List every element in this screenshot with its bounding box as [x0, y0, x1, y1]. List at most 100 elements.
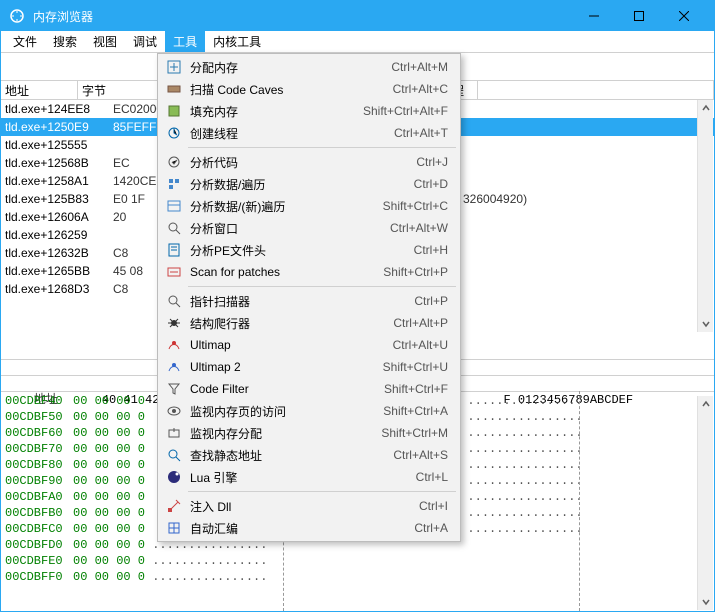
addr-cell: tld.exe+126259	[5, 228, 113, 242]
hex-addr: 00CDBF70	[1, 442, 73, 458]
find-static-icon	[164, 447, 184, 463]
menu-item[interactable]: Lua 引擎Ctrl+L	[160, 466, 458, 488]
fill-icon	[164, 103, 184, 119]
menu-item-shortcut: Ctrl+J	[416, 155, 454, 169]
menu-item-label: 创建线程	[184, 125, 394, 142]
pointer-scan-icon	[164, 293, 184, 309]
scan-patches-icon	[164, 264, 184, 280]
menu-item-shortcut: Ctrl+H	[414, 243, 454, 257]
scroll-down-icon[interactable]	[698, 594, 713, 610]
plus-icon	[164, 59, 184, 75]
disasm-scrollbar[interactable]	[697, 100, 713, 332]
menu-item-shortcut: Ctrl+Alt+S	[393, 448, 454, 462]
menu-4[interactable]: 工具	[165, 31, 205, 52]
menu-5[interactable]: 内核工具	[205, 31, 269, 52]
menu-item-shortcut: Ctrl+Alt+P	[393, 316, 454, 330]
menu-item[interactable]: 填充内存Shift+Ctrl+Alt+F	[160, 100, 458, 122]
menu-item-label: 分配内存	[184, 59, 391, 76]
addr-cell: tld.exe+1265BB	[5, 264, 113, 278]
hex-bytes: 00 00 00 0	[73, 522, 145, 538]
hex-bytes: 00 00 00 0	[73, 442, 145, 458]
hex-addr: 00CDBF50	[1, 410, 73, 426]
menu-2[interactable]: 视图	[85, 31, 125, 52]
menu-item-label: 查找静态地址	[184, 447, 393, 464]
hex-ascii: 0 ................	[453, 522, 583, 538]
hex-bytes: 00 00 00 0	[73, 490, 145, 506]
menu-item[interactable]: 扫描 Code CavesCtrl+Alt+C	[160, 78, 458, 100]
menu-item[interactable]: 监视内存分配Shift+Ctrl+M	[160, 422, 458, 444]
hex-row[interactable]: 00CDBFE000 00 00 0 ................	[1, 554, 714, 570]
menu-item-label: 分析数据/遍历	[184, 176, 414, 193]
hex-ascii: 0 ................	[453, 442, 583, 458]
menu-item[interactable]: 注入 DllCtrl+I	[160, 495, 458, 517]
addr-cell: tld.exe+1258A1	[5, 174, 113, 188]
menu-0[interactable]: 文件	[5, 31, 45, 52]
menu-item[interactable]: Code FilterShift+Ctrl+F	[160, 378, 458, 400]
code-filter-icon	[164, 381, 184, 397]
hex-addr: 00CDBFC0	[1, 522, 73, 538]
menu-item[interactable]: 监视内存页的访问Shift+Ctrl+A	[160, 400, 458, 422]
menu-item-label: 分析窗口	[184, 220, 390, 237]
hex-ascii: 0 ................	[453, 474, 583, 490]
menu-item-label: 注入 Dll	[184, 498, 419, 515]
hex-addr: 00CDBF90	[1, 474, 73, 490]
analyze-data-icon	[164, 176, 184, 192]
menu-item-label: Ultimap	[184, 338, 393, 352]
menu-item[interactable]: 分析数据/(新)遍历Shift+Ctrl+C	[160, 195, 458, 217]
hex-ascii: 0 ................	[453, 426, 583, 442]
inject-dll-icon	[164, 498, 184, 514]
menu-item-shortcut: Ctrl+D	[414, 177, 454, 191]
menu-3[interactable]: 调试	[125, 31, 165, 52]
menu-item-shortcut: Ctrl+Alt+W	[390, 221, 454, 235]
menu-item-label: 结构爬行器	[184, 315, 393, 332]
col-extra[interactable]	[478, 81, 714, 99]
addr-cell: tld.exe+125B83	[5, 192, 113, 206]
hex-bytes: 00 00 00 0	[73, 570, 145, 586]
menu-item-shortcut: Ctrl+A	[414, 521, 454, 535]
menu-item[interactable]: 分析代码Ctrl+J	[160, 151, 458, 173]
menu-item[interactable]: 分析窗口Ctrl+Alt+W	[160, 217, 458, 239]
menu-item-shortcut: Shift+Ctrl+U	[383, 360, 454, 374]
hex-bytes: 00 00 00 0	[73, 538, 145, 554]
menu-item-label: 分析PE文件头	[184, 242, 414, 259]
menu-item-shortcut: Shift+Ctrl+M	[381, 426, 454, 440]
tools-menu-dropdown[interactable]: 分配内存Ctrl+Alt+M扫描 Code CavesCtrl+Alt+C填充内…	[157, 53, 461, 542]
close-button[interactable]	[661, 1, 706, 31]
col-address[interactable]: 地址	[1, 81, 78, 99]
menu-item[interactable]: 分析PE文件头Ctrl+H	[160, 239, 458, 261]
analyze-data-new-icon	[164, 198, 184, 214]
menu-item-label: Scan for patches	[184, 265, 383, 279]
hex-bytes: 00 00 00 0	[73, 474, 145, 490]
menu-item-shortcut: Ctrl+Alt+U	[393, 338, 454, 352]
menu-item[interactable]: 结构爬行器Ctrl+Alt+P	[160, 312, 458, 334]
menu-item[interactable]: Scan for patchesShift+Ctrl+P	[160, 261, 458, 283]
menu-item[interactable]: 指针扫描器Ctrl+P	[160, 290, 458, 312]
menu-1[interactable]: 搜索	[45, 31, 85, 52]
hex-addr: 00CDBFD0	[1, 538, 73, 554]
menu-item[interactable]: UltimapCtrl+Alt+U	[160, 334, 458, 356]
hex-ascii: 0 ................	[453, 458, 583, 474]
menu-item[interactable]: 分配内存Ctrl+Alt+M	[160, 56, 458, 78]
menu-item[interactable]: 查找静态地址Ctrl+Alt+S	[160, 444, 458, 466]
menu-item[interactable]: 自动汇编Ctrl+A	[160, 517, 458, 539]
menubar[interactable]: 文件搜索视图调试工具内核工具	[1, 31, 714, 53]
menu-item[interactable]: Ultimap 2Shift+Ctrl+U	[160, 356, 458, 378]
hex-scrollbar[interactable]	[697, 396, 713, 610]
pe-header-icon	[164, 242, 184, 258]
minimize-button[interactable]	[571, 1, 616, 31]
hex-bytes: 00 00 00 0	[73, 394, 145, 410]
scroll-up-icon[interactable]	[698, 100, 713, 116]
addr-cell: tld.exe+1268D3	[5, 282, 113, 296]
hex-row[interactable]: 00CDBFF000 00 00 0 ................	[1, 570, 714, 586]
menu-item-label: Code Filter	[184, 382, 384, 396]
menu-item-shortcut: Ctrl+I	[419, 499, 454, 513]
scroll-up-icon[interactable]	[698, 396, 713, 412]
addr-cell: tld.exe+12632B	[5, 246, 113, 260]
scroll-down-icon[interactable]	[698, 316, 713, 332]
menu-item-label: Ultimap 2	[184, 360, 383, 374]
maximize-button[interactable]	[616, 1, 661, 31]
hex-addr: 00CDBFE0	[1, 554, 73, 570]
menu-item[interactable]: 分析数据/遍历Ctrl+D	[160, 173, 458, 195]
menu-item-label: 监视内存分配	[184, 425, 381, 442]
menu-item[interactable]: 创建线程Ctrl+Alt+T	[160, 122, 458, 144]
